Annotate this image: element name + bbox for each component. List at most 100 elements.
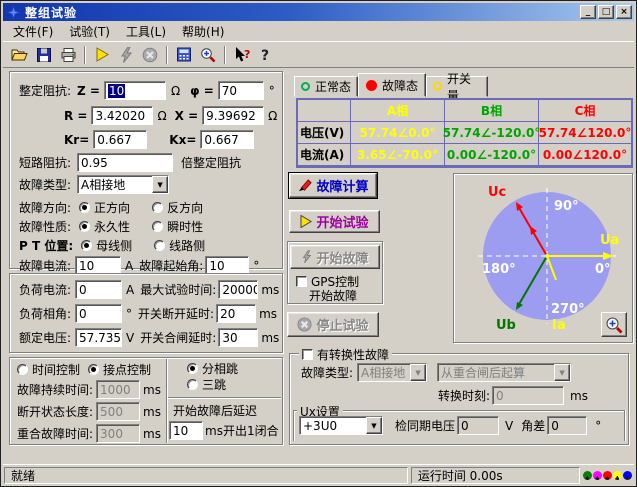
pt-position-row: P T 位置: 母线侧 线路侧 [19,237,205,254]
short-circuit-suffix: 倍整定阻抗 [181,154,241,171]
open-state-input: 500 [96,402,140,421]
kx-input[interactable]: 0.667 [200,130,254,149]
max-time-unit: ms [261,283,279,297]
stop-icon [138,44,162,66]
gps-checkbox[interactable] [296,276,307,287]
voltage-b: 57.74∠-120.0° [445,122,539,144]
r-input[interactable]: 3.42020 [91,106,153,125]
calculator-icon[interactable] [172,44,196,66]
current-a: 3.65∠-70.0° [351,144,445,166]
print-icon[interactable] [56,44,80,66]
menu-test[interactable]: 试验(T) [61,20,118,43]
load-current-unit: A [126,283,134,297]
save-icon[interactable] [32,44,56,66]
x-input[interactable]: 9.39692 [202,106,264,125]
current-b: 0.00∠-120.0° [445,144,539,166]
fault-current-label: 故障电流: [19,257,71,274]
radio-time-control[interactable] [17,364,28,375]
reclose-fault-unit: ms [143,427,161,441]
uc-vector-label: Uc [488,185,506,200]
zoom-icon[interactable] [196,44,220,66]
z-input[interactable]: 10 [104,81,166,100]
green-circle-icon [301,82,310,91]
fault-calc-button[interactable]: 故障计算 [289,173,377,198]
z-unit: Ω [171,84,180,98]
load-current-input[interactable]: 0 [75,280,122,299]
stop-test-button: 停止试验 [287,312,379,337]
sync-voltage-input[interactable]: 0 [457,416,499,435]
play-icon [300,215,312,228]
gps-label-line2: 开始故障 [309,287,357,304]
svg-text:?: ? [244,48,250,61]
radio-reverse[interactable] [152,202,163,213]
fault-duration-row: 故障持续时间: 1000 ms [17,380,161,399]
ua-vector-label: Ua [600,233,619,248]
menu-file[interactable]: 文件(F) [5,20,61,43]
phi-label: φ = [190,84,214,98]
tab-fault-label: 故障态 [382,77,418,94]
stop-test-label: 停止试验 [316,315,368,334]
max-time-input[interactable]: 20000 [218,280,258,299]
ux-select[interactable]: +3U0 ▼ [299,416,383,435]
radio-three-trip[interactable] [187,379,198,390]
radio-phase-trip[interactable] [187,363,198,374]
radio-contact-control[interactable] [88,364,99,375]
line-label: 线路侧 [169,237,205,254]
run-icon[interactable] [90,44,114,66]
start-fault-label: 开始故障 [316,248,368,267]
radio-forward[interactable] [79,202,90,213]
three-trip-row: 三跳 [187,376,226,393]
open-icon[interactable] [8,44,32,66]
kx-label: Kx= [169,133,196,147]
kr-input[interactable]: 0.667 [93,130,147,149]
phase-trip-row: 分相跳 [187,360,238,377]
short-circuit-input[interactable]: 0.95 [77,153,173,172]
phi-unit: ° [269,84,275,98]
impedance-row: 整定阻抗: Z = 10 Ω φ = 70 ° [19,81,275,100]
radio-transient[interactable] [152,221,163,232]
menu-help[interactable]: 帮助(H) [174,20,232,43]
fault-direction-row: 故障方向: 正方向 反方向 [19,199,203,216]
fault-type-select[interactable]: A相接地 ▼ [77,175,169,194]
phi-input[interactable]: 70 [218,81,264,100]
menu-tools[interactable]: 工具(L) [118,20,174,43]
header-phase-b: B相 [445,100,539,122]
led-blue [623,471,632,480]
minimize-button[interactable]: _ [580,5,596,19]
menu-bar: 文件(F) 试验(T) 工具(L) 帮助(H) [3,21,634,41]
angle-diff-input[interactable]: 0 [547,416,587,435]
load-angle-input[interactable]: 0 [75,304,122,323]
chevron-down-icon[interactable]: ▼ [152,176,168,193]
ia-vector-label: Ia [552,318,566,333]
phasor-zoom-button[interactable] [601,312,627,337]
runtime-text: 运行时间 0.00s [418,467,503,484]
delay-input[interactable]: 10 [169,421,203,440]
voltage-a: 57.74∠0.0° [351,122,445,144]
start-test-button[interactable]: 开始试验 [289,210,380,233]
sync-voltage-unit: V [505,419,513,433]
fault-current-unit: A [125,259,133,273]
chevron-down-icon[interactable]: ▼ [366,417,382,434]
close-delay-label: 开关合闸延时: [140,329,216,346]
close-button[interactable]: × [616,5,632,19]
led-yellow [613,471,622,480]
maximize-button[interactable]: □ [598,5,614,19]
close-delay-unit: ms [261,331,279,345]
tab-switch-state[interactable]: 开关量 [426,76,488,97]
context-help-icon[interactable]: ? [230,44,254,66]
radio-busbar[interactable] [81,240,92,251]
rated-voltage-input[interactable]: 57.7350 [75,328,122,347]
x-label: X = [175,109,198,123]
ub-vector-label: Ub [496,318,516,333]
tab-fault-state[interactable]: 故障态 [358,73,426,97]
radio-line[interactable] [154,240,165,251]
control-group-divider [166,359,168,443]
load-angle-label: 负荷相角: [19,305,71,322]
open-delay-input[interactable]: 20 [216,304,256,323]
close-delay-input[interactable]: 30 [218,328,258,347]
convertible-fault-checkbox[interactable] [302,349,313,360]
status-ready-text: 就绪 [11,467,35,484]
about-icon[interactable]: ? [254,44,278,66]
radio-permanent[interactable] [79,221,90,232]
tab-normal-state[interactable]: 正常态 [294,76,358,97]
